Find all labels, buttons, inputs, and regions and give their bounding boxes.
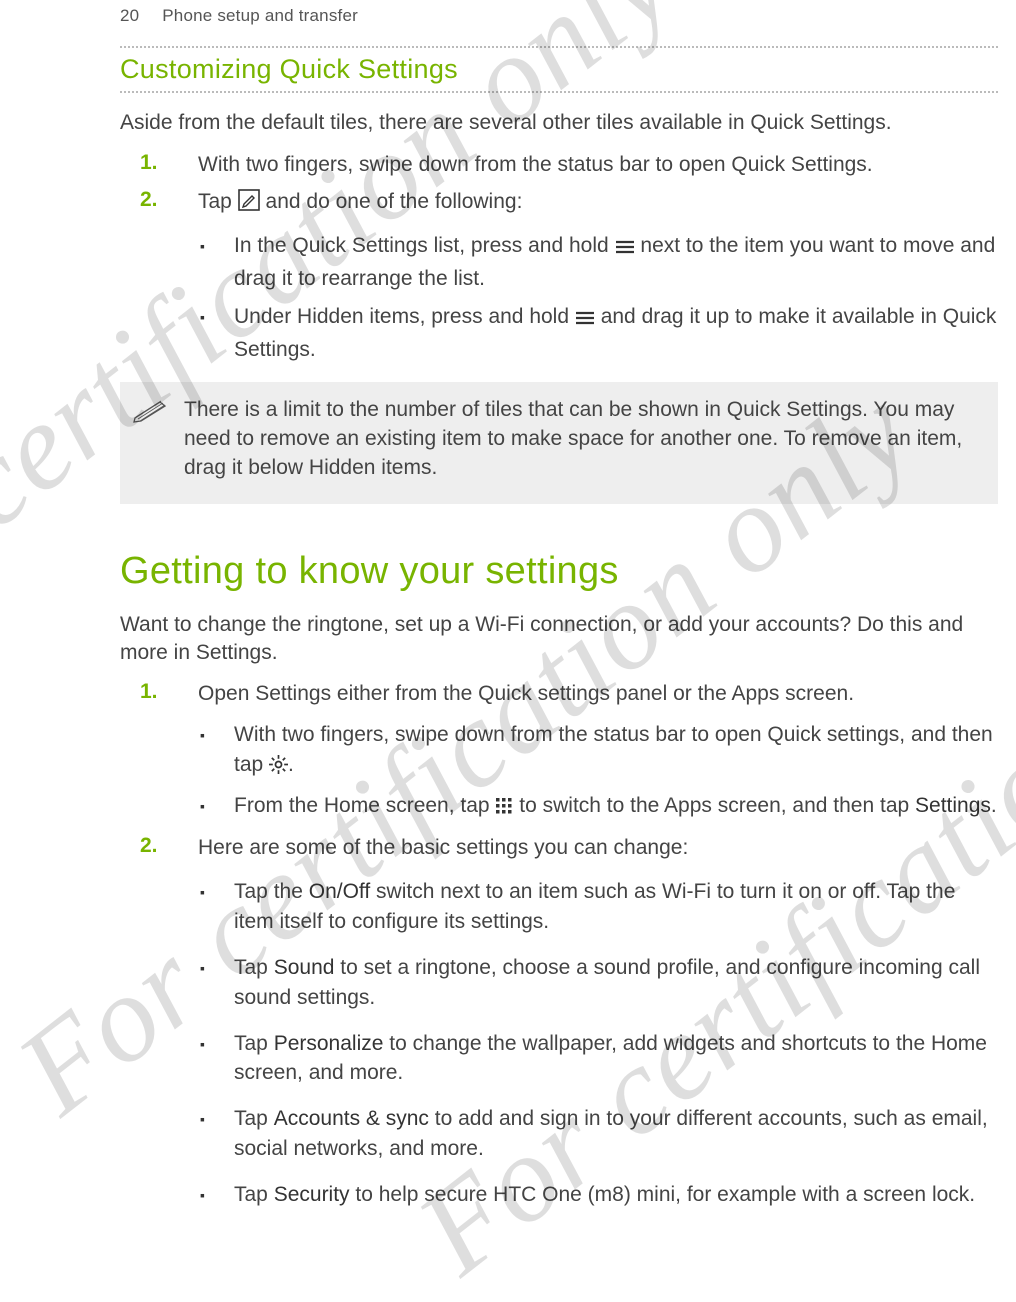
heading-settings: Getting to know your settings	[120, 550, 998, 593]
bold-settings: Settings	[915, 794, 991, 817]
section-name: Phone setup and transfer	[162, 6, 358, 25]
edit-icon	[238, 189, 260, 219]
apps-grid-icon	[495, 794, 513, 824]
step-text: Open Settings either from the Quick sett…	[198, 680, 998, 823]
step-number: 1.	[120, 151, 198, 179]
text: Tap	[234, 1032, 274, 1055]
sub-bullets: In the Quick Settings list, press and ho…	[198, 231, 998, 364]
page-header: 20 Phone setup and transfer	[120, 0, 998, 26]
heading-customizing: Customizing Quick Settings	[120, 54, 998, 85]
intro-text: Aside from the default tiles, there are …	[120, 109, 998, 137]
step-text: Tap and do one of the following: In the …	[198, 188, 998, 364]
text: Tap the	[234, 880, 309, 903]
bullet: Tap Security to help secure HTC One (m8)…	[198, 1180, 998, 1210]
text: to help secure HTC One (m8) mini, for ex…	[350, 1183, 976, 1206]
bold-security: Security	[274, 1183, 350, 1206]
text: Tap	[234, 1183, 274, 1206]
text: With two fingers, swipe down from the st…	[234, 723, 993, 776]
bold-personalize: Personalize	[274, 1032, 384, 1055]
text: Here are some of the basic settings you …	[198, 836, 688, 859]
gear-icon	[269, 753, 288, 783]
text: to set a ringtone, choose a sound profil…	[234, 956, 980, 1009]
bullet: Tap the On/Off switch next to an item su…	[198, 877, 998, 937]
bold-accounts: Accounts & sync	[274, 1107, 429, 1130]
step-2: 2. Here are some of the basic settings y…	[120, 834, 998, 1210]
step-text: With two fingers, swipe down from the st…	[198, 151, 873, 179]
step-number: 2.	[120, 188, 198, 364]
text: Tap	[234, 1107, 274, 1130]
sub-bullets: Tap the On/Off switch next to an item su…	[198, 877, 998, 1209]
steps-list: 1. With two fingers, swipe down from the…	[120, 151, 998, 365]
page-number: 20	[120, 6, 139, 25]
text: and do one of the following:	[266, 190, 523, 213]
drag-handle-icon	[615, 234, 635, 264]
text: to switch to the Apps screen, and then t…	[519, 794, 915, 817]
page-content: 20 Phone setup and transfer Customizing …	[0, 0, 1016, 1210]
intro-text: Want to change the ringtone, set up a Wi…	[120, 611, 998, 666]
bullet: Tap Sound to set a ringtone, choose a so…	[198, 953, 998, 1013]
sub-bullets: With two fingers, swipe down from the st…	[198, 720, 998, 823]
bold-onoff: On/Off	[309, 880, 370, 903]
step-number: 1.	[120, 680, 198, 823]
separator	[120, 91, 998, 93]
step-1: 1. Open Settings either from the Quick s…	[120, 680, 998, 823]
separator	[120, 46, 998, 48]
bullet: With two fingers, swipe down from the st…	[198, 720, 998, 783]
step-1: 1. With two fingers, swipe down from the…	[120, 151, 998, 179]
bullet: From the Home screen, tap to switch to t…	[198, 791, 998, 824]
bullet: Under Hidden items, press and hold and d…	[198, 302, 998, 365]
drag-handle-icon	[575, 305, 595, 335]
step-number: 2.	[120, 834, 198, 1210]
text: Under Hidden items, press and hold	[234, 305, 575, 328]
note-icon	[132, 396, 168, 482]
note-box: There is a limit to the number of tiles …	[120, 382, 998, 504]
bullet: Tap Accounts & sync to add and sign in t…	[198, 1104, 998, 1164]
step-text: Here are some of the basic settings you …	[198, 834, 998, 1210]
bold-sound: Sound	[274, 956, 335, 979]
text: In the Quick Settings list, press and ho…	[234, 234, 615, 257]
text: Tap	[234, 956, 274, 979]
text: Tap	[198, 190, 238, 213]
step-2: 2. Tap and do one of the following: In t…	[120, 188, 998, 364]
text: Open Settings either from the Quick sett…	[198, 682, 854, 705]
steps-list: 1. Open Settings either from the Quick s…	[120, 680, 998, 1209]
text: .	[991, 794, 997, 817]
bullet: Tap Personalize to change the wallpaper,…	[198, 1029, 998, 1089]
bullet: In the Quick Settings list, press and ho…	[198, 231, 998, 294]
text: .	[288, 753, 294, 776]
text: From the Home screen, tap	[234, 794, 495, 817]
note-text: There is a limit to the number of tiles …	[184, 396, 982, 482]
